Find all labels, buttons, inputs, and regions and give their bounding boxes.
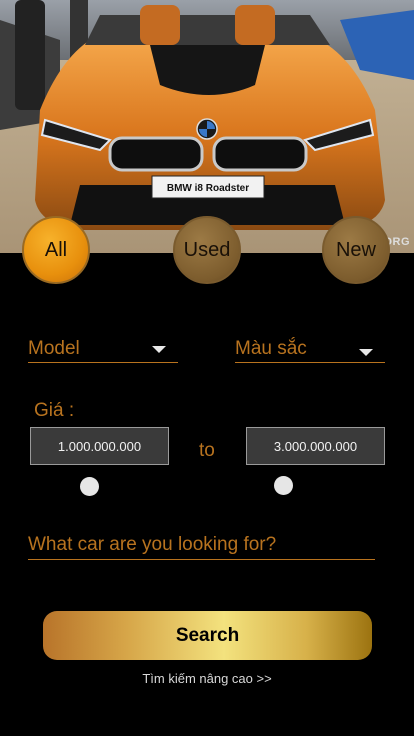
price-max-slider-handle[interactable] <box>274 476 293 495</box>
model-dropdown[interactable]: Model <box>28 336 178 363</box>
price-to-label: to <box>199 440 215 461</box>
chevron-down-icon <box>152 345 166 353</box>
search-button[interactable]: Search <box>43 611 372 660</box>
price-min-field[interactable]: 1.000.000.000 <box>30 427 169 465</box>
filter-all-button[interactable]: All <box>22 216 90 284</box>
price-label: Giá : <box>34 400 75 421</box>
filter-new-label: New <box>335 238 376 261</box>
filter-used-button[interactable]: Used <box>173 216 241 284</box>
filter-used-label: Used <box>183 238 231 261</box>
model-dropdown-label: Model <box>28 338 80 359</box>
search-input[interactable]: What car are you looking for? <box>28 531 375 560</box>
filter-all-label: All <box>44 238 68 261</box>
color-dropdown[interactable]: Màu sắc <box>235 336 385 363</box>
price-min-slider-handle[interactable] <box>80 477 99 496</box>
price-max-field[interactable]: 3.000.000.000 <box>246 427 385 465</box>
filter-new-button[interactable]: New <box>322 216 390 284</box>
license-plate-text: BMW i8 Roadster <box>167 183 249 194</box>
search-button-label: Search <box>175 624 240 646</box>
color-dropdown-label: Màu sắc <box>235 338 307 359</box>
advanced-search-link[interactable]: Tìm kiếm nâng cao >> <box>0 671 414 686</box>
chevron-down-icon <box>359 348 373 356</box>
search-input-placeholder: What car are you looking for? <box>28 534 277 555</box>
